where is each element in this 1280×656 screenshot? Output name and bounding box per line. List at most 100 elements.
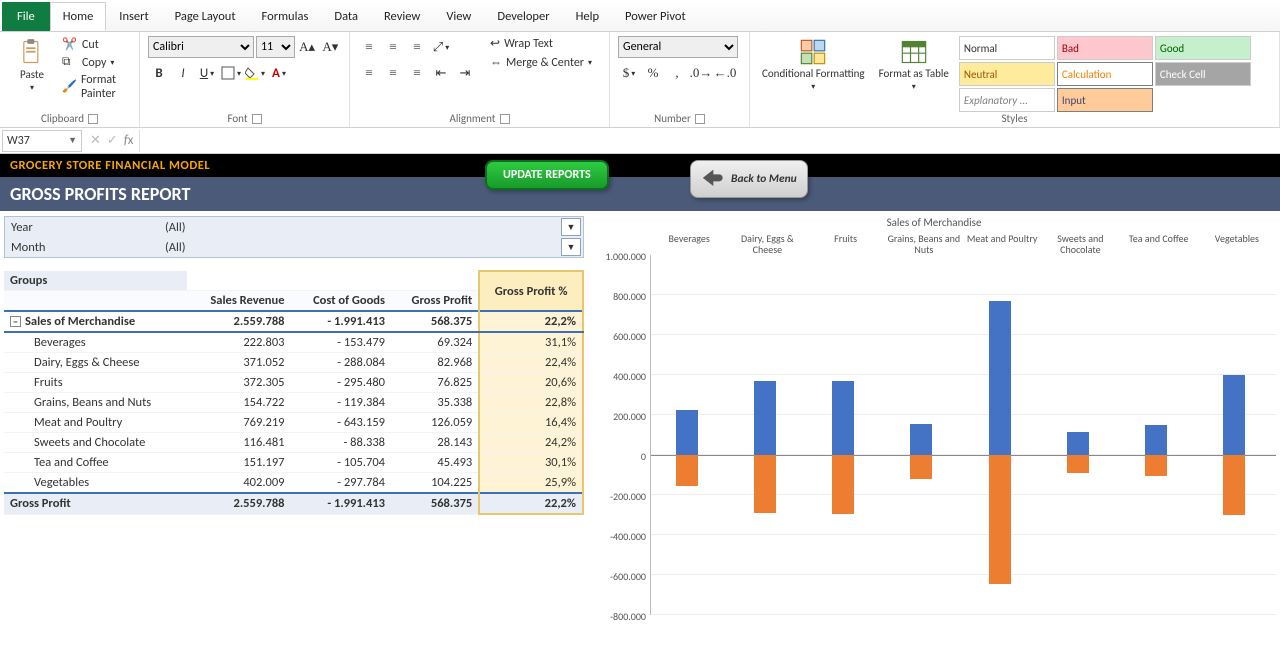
conditional-formatting-button[interactable]: Conditional Formatting▾ — [758, 36, 869, 94]
table-row[interactable]: −Sales of Merchandise 2.559.788 - 1.991.… — [4, 311, 583, 332]
table-row[interactable]: Gross Profit 2.559.788 - 1.991.413 568.3… — [4, 493, 583, 514]
tab-developer[interactable]: Developer — [484, 2, 562, 31]
tab-home[interactable]: Home — [50, 2, 107, 31]
tab-view[interactable]: View — [433, 2, 484, 31]
comma-format-icon[interactable]: , — [666, 62, 688, 84]
tab-data[interactable]: Data — [321, 2, 371, 31]
name-box[interactable]: W37▼ — [2, 130, 82, 152]
chart-bar-revenue[interactable] — [1067, 432, 1089, 455]
decrease-indent-icon[interactable]: ⇤ — [430, 62, 452, 84]
table-row[interactable]: Grains, Beans and Nuts 154.722 - 119.384… — [4, 393, 583, 413]
style-bad[interactable]: Bad — [1057, 36, 1153, 60]
chart-bar-cogs[interactable] — [676, 455, 698, 486]
chart-bar-revenue[interactable] — [1223, 375, 1245, 455]
style-neutral[interactable]: Neutral — [959, 62, 1055, 86]
italic-button[interactable]: I — [172, 62, 194, 84]
align-bottom-icon[interactable]: ≡ — [406, 36, 428, 58]
align-middle-icon[interactable]: ≡ — [382, 36, 404, 58]
format-as-table-label: Format as Table — [879, 68, 949, 80]
dialog-launcher-icon[interactable] — [88, 114, 98, 124]
update-reports-button[interactable]: UPDATE REPORTS — [485, 160, 609, 190]
table-row[interactable]: Sweets and Chocolate 116.481 - 88.338 28… — [4, 433, 583, 453]
chart-bar-revenue[interactable] — [832, 381, 854, 455]
format-as-table-button[interactable]: Format as Table▾ — [875, 36, 953, 94]
percent-format-icon[interactable]: % — [642, 62, 664, 84]
pivot-table[interactable]: GroupsGross Profit % Sales Revenue Cost … — [4, 270, 584, 515]
chart-bar-revenue[interactable] — [989, 301, 1011, 455]
collapse-icon[interactable]: − — [10, 316, 21, 327]
underline-button[interactable]: U — [196, 62, 218, 84]
align-left-icon[interactable]: ≡ — [358, 62, 380, 84]
table-row[interactable]: Dairy, Eggs & Cheese 371.052 - 288.084 8… — [4, 353, 583, 373]
chevron-down-icon[interactable]: ▼ — [68, 135, 81, 146]
chart-bar-cogs[interactable] — [1067, 455, 1089, 473]
font-size-select[interactable]: 11 — [256, 36, 295, 58]
accounting-format-icon[interactable]: $ — [618, 62, 640, 84]
align-right-icon[interactable]: ≡ — [406, 62, 428, 84]
dialog-launcher-icon[interactable] — [252, 114, 262, 124]
copy-button[interactable]: ⧉Copy▾ — [62, 54, 131, 72]
back-to-menu-button[interactable]: Back to Menu — [690, 160, 808, 198]
cell-styles-gallery[interactable]: Normal Bad Good Neutral Calculation Chec… — [959, 36, 1251, 112]
chart-bar-revenue[interactable] — [754, 381, 776, 455]
tab-power-pivot[interactable]: Power Pivot — [612, 2, 699, 31]
table-row[interactable]: Beverages 222.803 - 153.479 69.324 31,1% — [4, 332, 583, 353]
filter-month-dropdown[interactable]: ▼ — [561, 238, 581, 256]
decrease-decimal-icon[interactable]: ←.0 — [714, 62, 736, 84]
increase-decimal-icon[interactable]: .0→ — [690, 62, 712, 84]
format-painter-button[interactable]: 🖌️Format Painter — [62, 72, 131, 102]
cut-button[interactable]: ✂️Cut — [62, 36, 131, 54]
borders-button[interactable] — [220, 62, 242, 84]
style-normal[interactable]: Normal — [959, 36, 1055, 60]
chart-bar-revenue[interactable] — [676, 410, 698, 455]
bold-button[interactable]: B — [148, 62, 170, 84]
increase-font-icon[interactable]: A▴ — [297, 36, 318, 58]
fill-color-button[interactable] — [244, 62, 266, 84]
chart-bar-cogs[interactable] — [1223, 455, 1245, 515]
orientation-icon[interactable]: ⤢ — [430, 36, 452, 58]
chart-bar-cogs[interactable] — [910, 455, 932, 479]
tab-help[interactable]: Help — [563, 2, 612, 31]
chart-bar-cogs[interactable] — [754, 455, 776, 513]
enter-formula-icon[interactable]: ✓ — [107, 133, 118, 148]
style-explanatory[interactable]: Explanatory ... — [959, 88, 1055, 112]
table-row[interactable]: Vegetables 402.009 - 297.784 104.225 25,… — [4, 473, 583, 494]
number-format-select[interactable]: General — [618, 36, 738, 58]
increase-indent-icon[interactable]: ⇥ — [454, 62, 476, 84]
fx-icon[interactable]: fx — [124, 133, 134, 148]
table-row[interactable]: Fruits 372.305 - 295.480 76.825 20,6% — [4, 373, 583, 393]
tab-insert[interactable]: Insert — [106, 2, 161, 31]
font-color-button[interactable]: A — [268, 62, 290, 84]
table-row[interactable]: Tea and Coffee 151.197 - 105.704 45.493 … — [4, 453, 583, 473]
style-check-cell[interactable]: Check Cell — [1155, 62, 1251, 86]
style-good[interactable]: Good — [1155, 36, 1251, 60]
table-row[interactable]: Meat and Poultry 769.219 - 643.159 126.0… — [4, 413, 583, 433]
cell-value: 126.059 — [391, 413, 479, 433]
chart-bar-cogs[interactable] — [832, 455, 854, 514]
align-center-icon[interactable]: ≡ — [382, 62, 404, 84]
chart-bar-revenue[interactable] — [1145, 425, 1167, 455]
tab-review[interactable]: Review — [371, 2, 433, 31]
merge-center-button[interactable]: ⇔Merge & Center▾ — [490, 55, 592, 70]
dialog-launcher-icon[interactable] — [695, 114, 705, 124]
style-input[interactable]: Input — [1057, 88, 1153, 112]
font-name-select[interactable]: Calibri — [148, 36, 254, 58]
cancel-formula-icon[interactable]: ✕ — [90, 133, 101, 148]
tab-formulas[interactable]: Formulas — [249, 2, 322, 31]
formula-input[interactable] — [139, 130, 1280, 152]
chart-bar-cogs[interactable] — [989, 455, 1011, 584]
paste-label: Paste — [20, 68, 44, 81]
wrap-text-button[interactable]: ↩Wrap Text — [490, 36, 592, 51]
tab-page-layout[interactable]: Page Layout — [162, 2, 249, 31]
decrease-font-icon[interactable]: A▾ — [320, 36, 341, 58]
style-calculation[interactable]: Calculation — [1057, 62, 1153, 86]
align-top-icon[interactable]: ≡ — [358, 36, 380, 58]
filter-year-dropdown[interactable]: ▼ — [561, 218, 581, 236]
dialog-launcher-icon[interactable] — [500, 114, 510, 124]
chart[interactable]: Sales of Merchandise BeveragesDairy, Egg… — [592, 216, 1276, 615]
chart-bar-cogs[interactable] — [1145, 455, 1167, 476]
merge-icon: ⇔ — [490, 55, 502, 70]
tab-file[interactable]: File — [2, 2, 50, 31]
chart-bar-revenue[interactable] — [910, 424, 932, 455]
paste-button[interactable]: Paste ▾ — [8, 36, 56, 95]
